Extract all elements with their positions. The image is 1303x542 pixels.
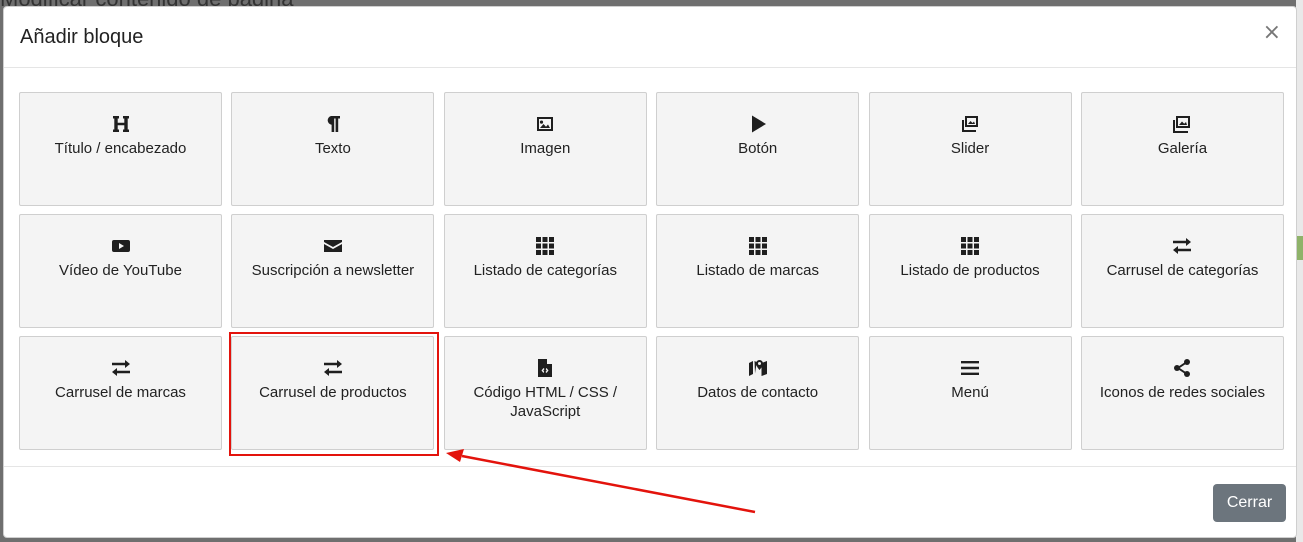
- heading-icon: [110, 113, 132, 135]
- file-code-icon: [534, 357, 556, 379]
- block-tile-label: Iconos de redes sociales: [1099, 384, 1265, 401]
- images-icon: [959, 113, 981, 135]
- block-tile[interactable]: Botón: [656, 92, 860, 206]
- block-tile[interactable]: Listado de marcas: [656, 214, 860, 328]
- block-tile-label: Slider: [950, 140, 990, 157]
- gallery-icon: [1171, 113, 1193, 135]
- grid-icon: [534, 235, 556, 257]
- modal-title: Añadir bloque: [20, 26, 144, 48]
- block-tile-label: Vídeo de YouTube: [59, 262, 182, 279]
- close-icon[interactable]: ×: [1263, 22, 1281, 44]
- youtube-icon: [110, 235, 132, 257]
- block-tile-label: Listado de productos: [900, 262, 1040, 279]
- block-tile-label: Título / encabezado: [54, 140, 187, 157]
- block-tile[interactable]: Listado de productos: [868, 214, 1072, 328]
- map-marker-icon: [747, 357, 769, 379]
- block-tile[interactable]: Listado de categorías: [443, 214, 647, 328]
- block-tile-label: Suscripción a newsletter: [251, 262, 415, 279]
- add-block-modal: Añadir bloque × Título / encabezado Texto…: [3, 6, 1297, 538]
- block-tile-label: Imagen: [520, 140, 571, 157]
- bars-icon: [959, 357, 981, 379]
- modal-footer: Cerrar: [4, 466, 1296, 539]
- paragraph-icon: [322, 113, 344, 135]
- block-tile[interactable]: Carrusel de productos: [231, 336, 435, 450]
- block-tile-label: Menú: [951, 384, 989, 401]
- block-tile-label: Listado de marcas: [696, 262, 819, 279]
- block-tile-label: Galería: [1157, 140, 1208, 157]
- block-tile-label: Botón: [738, 140, 778, 157]
- block-tile-label: Código HTML / CSS / JavaScript: [473, 384, 618, 420]
- block-tile-label: Carrusel de categorías: [1106, 262, 1259, 279]
- modal-header: Añadir bloque ×: [4, 7, 1296, 68]
- exchange-icon: [322, 357, 344, 379]
- close-button[interactable]: Cerrar: [1213, 484, 1286, 522]
- block-tile[interactable]: Datos de contacto: [656, 336, 860, 450]
- block-tile[interactable]: Imagen: [443, 92, 647, 206]
- grid-icon: [747, 235, 769, 257]
- block-tile-label: Texto: [314, 140, 351, 157]
- block-tile[interactable]: Título / encabezado: [19, 92, 222, 206]
- image-icon: [534, 113, 556, 135]
- block-tile-label: Carrusel de productos: [259, 384, 407, 401]
- play-icon: [747, 113, 769, 135]
- block-tile-label: Datos de contacto: [697, 384, 819, 401]
- envelope-icon: [322, 235, 344, 257]
- block-tile[interactable]: Menú: [868, 336, 1072, 450]
- background-edge: [1296, 0, 1303, 542]
- exchange-icon: [1171, 235, 1193, 257]
- block-tile[interactable]: Carrusel de categorías: [1080, 214, 1284, 328]
- block-tile[interactable]: Código HTML / CSS / JavaScript: [443, 336, 647, 450]
- block-tile[interactable]: Iconos de redes sociales: [1080, 336, 1284, 450]
- block-tile[interactable]: Slider: [868, 92, 1072, 206]
- share-icon: [1171, 357, 1193, 379]
- block-grid: Título / encabezado Texto Imagen Botón Slide…: [19, 92, 1284, 450]
- exchange-icon: [110, 357, 132, 379]
- block-tile-label: Carrusel de marcas: [55, 384, 186, 401]
- block-tile[interactable]: Galería: [1080, 92, 1284, 206]
- block-tile[interactable]: Vídeo de YouTube: [19, 214, 222, 328]
- block-tile[interactable]: Suscripción a newsletter: [231, 214, 435, 328]
- block-tile[interactable]: Carrusel de marcas: [19, 336, 222, 450]
- block-tile-label: Listado de categorías: [473, 262, 617, 279]
- grid-icon: [959, 235, 981, 257]
- block-tile[interactable]: Texto: [231, 92, 435, 206]
